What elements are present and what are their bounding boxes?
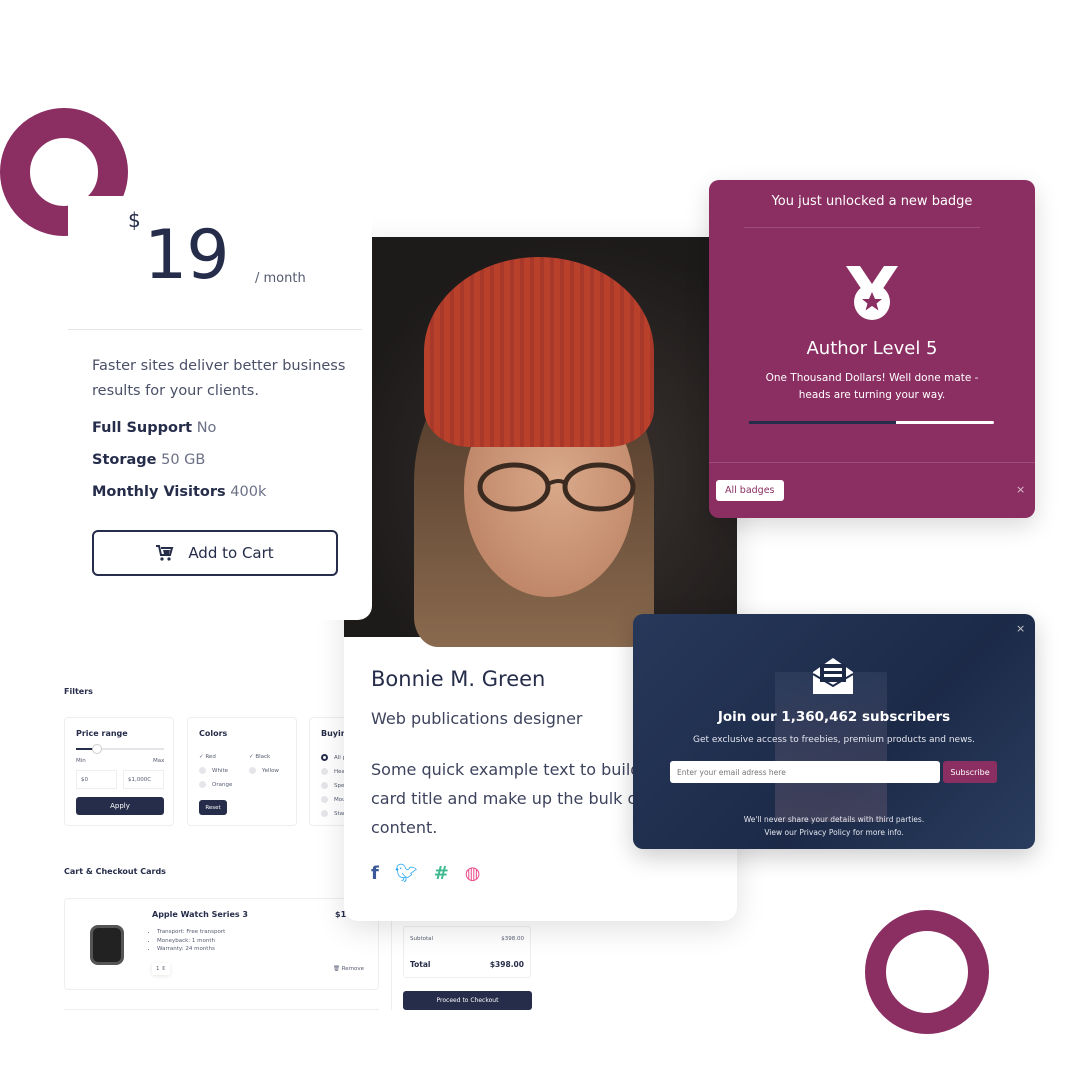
pricing-card: $ 19 / month Faster sites deliver better… (68, 196, 372, 620)
medal-icon (846, 266, 898, 320)
checkout-button[interactable]: Proceed to Checkout (403, 991, 532, 1010)
price-slider[interactable] (76, 744, 164, 754)
color-red[interactable]: ✓ Red (199, 754, 216, 760)
price-amount: 19 (144, 216, 230, 295)
badge-text: One Thousand Dollars! Well done mate - h… (765, 372, 979, 401)
all-badges-button[interactable]: All badges (716, 480, 784, 501)
cart-item: Apple Watch Series 3 $1 Transport: Free … (64, 898, 379, 990)
add-to-cart-button[interactable]: Add to Cart (92, 530, 338, 576)
facebook-icon[interactable]: f (371, 863, 379, 884)
cart-heading: Cart & Checkout Cards (64, 867, 166, 876)
max-input[interactable]: $1,000C (123, 770, 164, 789)
divider (68, 329, 362, 330)
profile-name: Bonnie M. Green (371, 667, 546, 691)
color-yellow[interactable]: Yellow (249, 767, 279, 774)
close-icon[interactable]: × (1016, 622, 1025, 635)
profile-role: Web publications designer (371, 709, 583, 728)
cart-icon (156, 545, 174, 561)
color-white[interactable]: White (199, 767, 228, 774)
feature-storage: Storage 50 GB (92, 452, 206, 468)
colors-card: Colors ✓ Red ✓ Black White Yellow Orange… (187, 717, 297, 826)
pricing-description: Faster sites deliver better business res… (92, 358, 346, 399)
price-currency: $ (128, 208, 141, 232)
feature-visitors: Monthly Visitors 400k (92, 484, 267, 500)
email-input[interactable] (670, 761, 940, 783)
product-image (90, 925, 124, 965)
twitter-icon[interactable]: 🐦︎ (395, 863, 418, 884)
product-name: Apple Watch Series 3 (152, 910, 248, 919)
close-icon[interactable]: × (1016, 483, 1025, 496)
subscribe-button[interactable]: Subscribe (943, 761, 997, 783)
slack-icon[interactable]: # (434, 863, 449, 884)
badge-title: Author Level 5 (806, 338, 938, 359)
badge-heading: You just unlocked a new badge (771, 194, 973, 209)
price-range-card: Price range Min Max $0 $1,000C Apply (64, 717, 174, 826)
color-orange[interactable]: Orange (199, 781, 232, 788)
apply-button[interactable]: Apply (76, 797, 164, 815)
min-input[interactable]: $0 (76, 770, 117, 789)
dribbble-icon[interactable]: ◍ (465, 863, 481, 884)
badge-progress (749, 421, 994, 424)
profile-photo (344, 237, 737, 647)
envelope-icon (812, 658, 854, 694)
order-summary: Subtotal $398.00 Total $398.00 (403, 926, 531, 978)
social-links: f 🐦︎ # ◍ (371, 863, 481, 884)
subscribe-modal: × Join our 1,360,462 subscribers Get exc… (633, 614, 1035, 849)
filters-heading: Filters (64, 687, 93, 696)
subscribe-subtitle: Get exclusive access to freebies, premiu… (693, 735, 975, 745)
trash-icon: 🗑︎ (333, 966, 340, 972)
decorative-ring-bottom (865, 910, 989, 1034)
remove-button[interactable]: 🗑︎ Remove (333, 966, 364, 972)
price-period: / month (255, 271, 306, 286)
feature-support: Full Support No (92, 420, 217, 436)
quantity-stepper[interactable]: 1 ⇕ (152, 963, 170, 975)
color-black[interactable]: ✓ Black (249, 754, 270, 760)
privacy-policy-link[interactable]: Privacy Policy (799, 828, 850, 837)
badge-notification: You just unlocked a new badge Author Lev… (709, 180, 1035, 518)
privacy-note: We'll never share your details with thir… (743, 815, 925, 837)
subscribe-title: Join our 1,360,462 subscribers (717, 709, 951, 725)
reset-button[interactable]: Reset (199, 800, 227, 815)
